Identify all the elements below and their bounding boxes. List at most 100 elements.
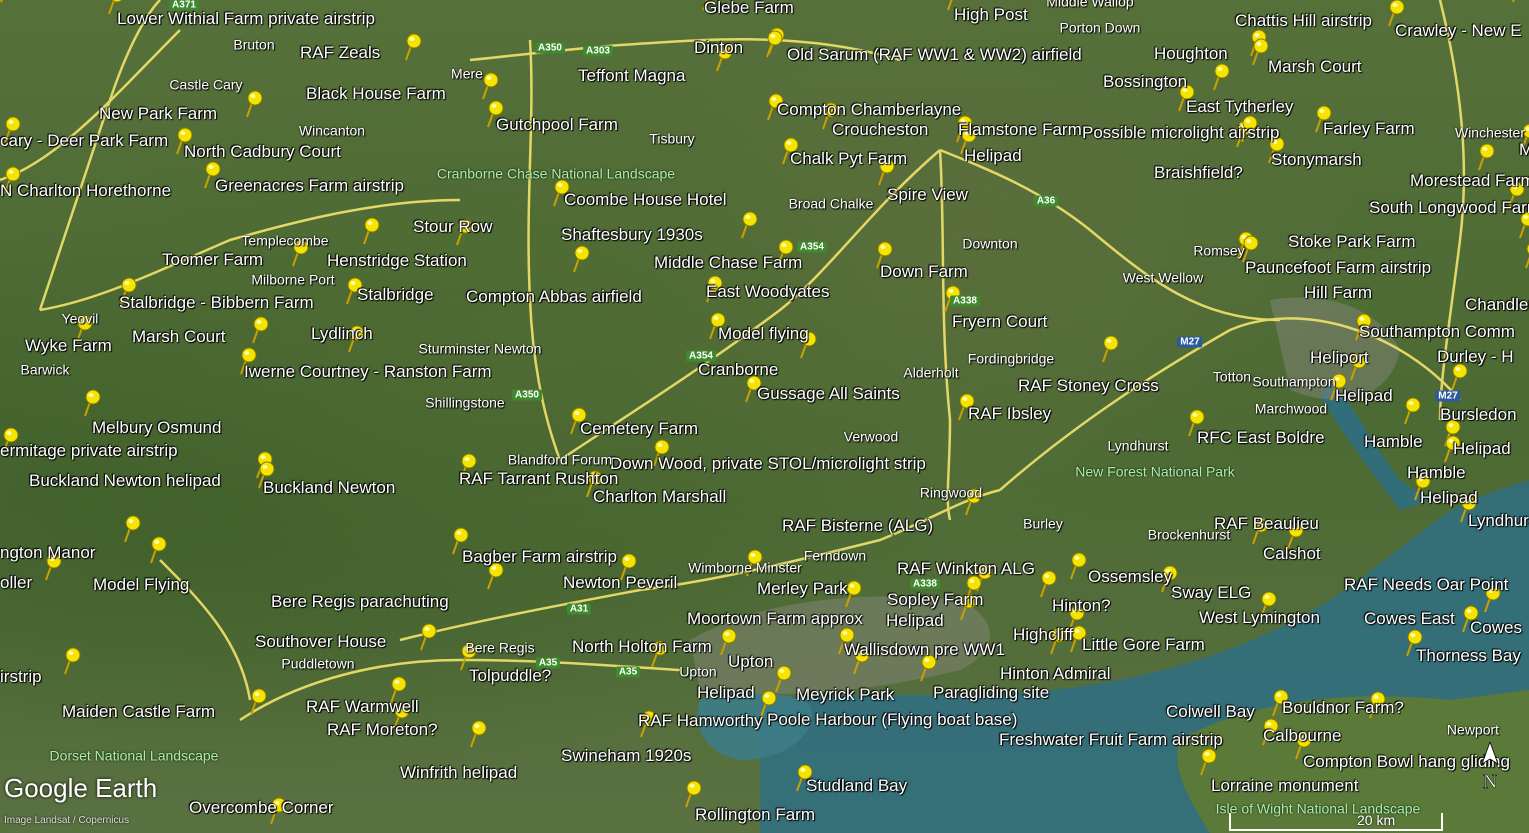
placemark-label[interactable]: RAF Stoney Cross [1018, 377, 1159, 395]
placemark-label[interactable]: Stoke Park Farm [1288, 233, 1416, 251]
placemark-label[interactable]: Helipad [886, 612, 944, 630]
placemark-label[interactable]: Helipad [1335, 387, 1393, 405]
placemark-label[interactable]: Flamstone Farm [958, 121, 1082, 139]
placemark-pin-icon[interactable] [1209, 62, 1233, 92]
placemark-label[interactable]: Durley - H [1437, 348, 1514, 366]
placemark-label[interactable]: Upton [728, 653, 773, 671]
placemark-label[interactable]: Helipad [964, 147, 1022, 165]
placemark-label[interactable]: Lyndhurst [1468, 512, 1529, 530]
placemark-label[interactable]: Toomer Farm [162, 251, 263, 269]
placemark-label[interactable]: RAF Ibsley [968, 405, 1051, 423]
placemark-pin-icon[interactable] [248, 315, 272, 345]
placemark-label[interactable]: Coombe House Hotel [564, 191, 727, 209]
placemark-label[interactable]: N Charlton Horethorne [0, 182, 171, 200]
placemark-label[interactable]: Lower Withial Farm private airstrip [117, 10, 375, 28]
placemark-label[interactable]: Sopley Farm [887, 591, 983, 609]
placemark-label[interactable]: Gutchpool Farm [496, 116, 618, 134]
placemark-label[interactable]: Compton Chamberlayne [777, 101, 961, 119]
placemark-label[interactable]: Southampton Comm [1359, 323, 1515, 341]
placemark-label[interactable]: Calshot [1263, 545, 1321, 563]
placemark-label[interactable]: RAF Needs Oar Point [1344, 576, 1508, 594]
placemark-pin-icon[interactable] [1066, 551, 1090, 581]
placemark-label[interactable]: Meyrick Park [796, 686, 894, 704]
placemark-label[interactable]: Overcombe Corner [189, 799, 334, 817]
placemark-label[interactable]: Middle Chase Farm [654, 254, 802, 272]
placemark-label[interactable]: Gussage All Saints [757, 385, 900, 403]
placemark-label[interactable]: East Tytherley [1186, 98, 1293, 116]
placemark-label[interactable]: Wyke Farm [25, 337, 112, 355]
placemark-pin-icon[interactable] [1508, 0, 1529, 4]
placemark-label[interactable]: Crawley - New E [1395, 22, 1522, 40]
placemark-label[interactable]: Colwell Bay [1166, 703, 1255, 721]
placemark-label[interactable]: RAF Tarrant Rushton [459, 470, 618, 488]
placemark-label[interactable]: Chandler's Ford [1465, 296, 1529, 314]
placemark-pin-icon[interactable] [1196, 747, 1220, 777]
placemark-label[interactable]: North Cadbury Court [184, 143, 341, 161]
placemark-pin-icon[interactable] [1036, 569, 1060, 599]
placemark-label[interactable]: Calbourne [1263, 727, 1341, 745]
placemark-label[interactable]: Chalk Pyt Farm [790, 150, 907, 168]
placemark-label[interactable]: Merley Park [757, 580, 848, 598]
placemark-label[interactable]: Hamble [1407, 464, 1466, 482]
placemark-label[interactable]: Marsh Court [132, 328, 226, 346]
placemark-pin-icon[interactable] [737, 210, 761, 240]
placemark-pin-icon[interactable] [120, 514, 144, 544]
placemark-label[interactable]: Stonymarsh [1271, 151, 1362, 169]
placemark-pin-icon[interactable] [80, 388, 104, 418]
placemark-label[interactable]: Teffont Magna [578, 67, 685, 85]
placemark-label[interactable]: RAF Moreton? [327, 721, 438, 739]
placemark-label[interactable]: Stour Row [413, 218, 492, 236]
placemark-label[interactable]: Highcliff [1013, 626, 1073, 644]
placemark-label[interactable]: Black House Farm [306, 85, 446, 103]
placemark-label[interactable]: Model Flying [93, 576, 189, 594]
placemark-pin-icon[interactable] [416, 622, 440, 652]
placemark-label[interactable]: Newton Peveril [563, 574, 677, 592]
placemark-label[interactable]: Down Farm [880, 263, 968, 281]
placemark-label[interactable]: oller [0, 574, 32, 592]
placemark-label[interactable]: Bagber Farm airstrip [462, 548, 617, 566]
placemark-label[interactable]: RAF Hamworthy [638, 712, 763, 730]
placemark-label[interactable]: Glebe Farm [704, 0, 794, 17]
placemark-label[interactable]: Morestead Farm [1410, 172, 1529, 190]
placemark-label[interactable]: ngton Manor [0, 544, 95, 562]
satellite-map[interactable]: Lower Withial Farm private airstrip RAF Z… [0, 0, 1529, 833]
placemark-label[interactable]: Old Sarum (RAF WW1 & WW2) airfield [787, 46, 1082, 64]
placemark-pin-icon[interactable] [242, 89, 266, 119]
placemark-label[interactable]: North Holton Farm [572, 638, 712, 656]
placemark-pin-icon[interactable] [1474, 142, 1498, 172]
placemark-pin-icon[interactable] [569, 244, 593, 274]
placemark-label[interactable]: Helipad [697, 684, 755, 702]
placemark-label[interactable]: Hamble [1364, 433, 1423, 451]
placemark-label[interactable]: Shaftesbury 1930s [561, 226, 703, 244]
placemark-label[interactable]: Lorraine monument [1211, 777, 1358, 795]
placemark-label[interactable]: Cowes East [1364, 610, 1455, 628]
placemark-label[interactable]: Bouldnor Farm? [1282, 699, 1404, 717]
compass-arrow-icon[interactable]: N [1476, 740, 1504, 794]
placemark-label[interactable]: Cemetery Farm [580, 420, 698, 438]
placemark-label[interactable]: Greenacres Farm airstrip [215, 177, 404, 195]
placemark-label[interactable]: Freshwater Fruit Farm airstrip [999, 731, 1223, 749]
placemark-pin-icon[interactable] [1098, 334, 1122, 364]
placemark-label[interactable]: Maiden Castle Farm [62, 703, 215, 721]
placemark-label[interactable]: Wallisdown pre WW1 [844, 641, 1005, 659]
placemark-label[interactable]: RAF Zeals [300, 44, 380, 62]
placemark-label[interactable]: Southover House [255, 633, 386, 651]
placemark-label[interactable]: Paragliding site [933, 684, 1049, 702]
placemark-label[interactable]: Chattis Hill airstrip [1235, 12, 1372, 30]
placemark-label[interactable]: Model flying [718, 325, 809, 343]
placemark-label[interactable]: RAF Warmwell [306, 698, 419, 716]
placemark-label[interactable]: Farley Farm [1323, 120, 1415, 138]
placemark-label[interactable]: High Post [954, 6, 1028, 24]
placemark-label[interactable]: Heliport [1310, 349, 1369, 367]
placemark-label[interactable]: Studland Bay [806, 777, 907, 795]
placemark-label[interactable]: Rollington Farm [695, 806, 815, 824]
placemark-label[interactable]: Hinton? [1052, 597, 1111, 615]
placemark-pin-icon[interactable] [359, 216, 383, 246]
placemark-label[interactable]: Hinton Admiral [1000, 665, 1111, 683]
placemark-label[interactable]: RAF Winkton ALG [897, 560, 1035, 578]
placemark-label[interactable]: Bere Regis parachuting [271, 593, 449, 611]
placemark-label[interactable]: Pauncefoot Farm airstrip [1245, 259, 1431, 277]
placemark-pin-icon[interactable] [466, 719, 490, 749]
placemark-label[interactable]: Houghton [1154, 45, 1228, 63]
placemark-pin-icon[interactable] [401, 32, 425, 62]
